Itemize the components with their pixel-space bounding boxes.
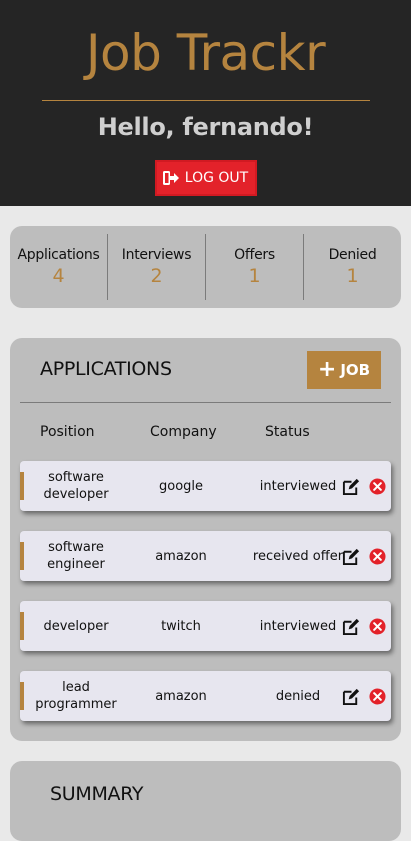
stats-panel: Applications 4 Interviews 2 Offers 1 Den… <box>10 226 401 308</box>
stat-interviews: Interviews 2 <box>108 234 206 300</box>
stat-applications: Applications 4 <box>10 234 108 300</box>
column-header-company: Company <box>150 424 217 440</box>
row-company: amazon <box>155 688 207 704</box>
stat-value: 1 <box>248 265 261 287</box>
row-position: software engineer <box>47 540 105 572</box>
header: Job Trackr Hello, fernando! LOG OUT <box>0 0 411 206</box>
application-row: software engineer amazon received offer <box>20 531 391 581</box>
column-headers: Position Company Status <box>20 424 391 444</box>
add-job-label: JOB <box>340 361 371 379</box>
stat-offers: Offers 1 <box>206 234 304 300</box>
row-company: twitch <box>161 618 201 634</box>
edit-icon[interactable] <box>342 617 361 636</box>
row-company: google <box>158 478 204 494</box>
row-status: denied <box>275 688 321 704</box>
row-position: developer <box>43 618 109 634</box>
logout-label: LOG OUT <box>184 170 249 186</box>
summary-title: SUMMARY <box>50 783 144 805</box>
application-row: lead programmer amazon denied <box>20 671 391 721</box>
stat-label: Interviews <box>121 247 192 263</box>
applications-title: APPLICATIONS <box>40 358 172 380</box>
stat-value: 1 <box>346 265 359 287</box>
stat-denied: Denied 1 <box>304 234 401 300</box>
sign-out-icon <box>162 171 179 185</box>
edit-icon[interactable] <box>342 687 361 706</box>
stat-label: Offers <box>234 247 275 263</box>
stat-label: Applications <box>17 247 100 263</box>
row-accent <box>20 542 24 570</box>
add-job-button[interactable]: + JOB <box>307 351 381 389</box>
row-status: received offer <box>252 548 344 564</box>
delete-icon[interactable] <box>369 478 386 495</box>
row-accent <box>20 612 24 640</box>
stat-label: Denied <box>328 247 377 263</box>
stat-value: 2 <box>150 265 163 287</box>
logout-button[interactable]: LOG OUT <box>154 160 257 196</box>
edit-icon[interactable] <box>342 477 361 496</box>
app-title: Job Trackr <box>85 24 326 82</box>
delete-icon[interactable] <box>369 618 386 635</box>
plus-icon: + <box>317 357 337 382</box>
row-accent <box>20 472 24 500</box>
applications-panel: APPLICATIONS + JOB Position Company Stat… <box>10 338 401 741</box>
column-header-position: Position <box>40 424 95 440</box>
column-header-status: Status <box>265 424 310 440</box>
row-position: lead programmer <box>35 680 117 712</box>
row-status: interviewed <box>259 618 337 634</box>
row-position: software developer <box>43 470 109 502</box>
row-company: amazon <box>155 548 207 564</box>
stat-value: 4 <box>52 265 65 287</box>
delete-icon[interactable] <box>369 688 386 705</box>
greeting: Hello, fernando! <box>97 113 314 141</box>
row-accent <box>20 682 24 710</box>
header-divider <box>41 100 370 101</box>
application-row: developer twitch interviewed <box>20 601 391 651</box>
summary-panel: SUMMARY <box>10 761 401 841</box>
row-status: interviewed <box>259 478 337 494</box>
edit-icon[interactable] <box>342 547 361 566</box>
applications-divider <box>20 402 391 403</box>
application-row: software developer google interviewed <box>20 461 391 511</box>
delete-icon[interactable] <box>369 548 386 565</box>
